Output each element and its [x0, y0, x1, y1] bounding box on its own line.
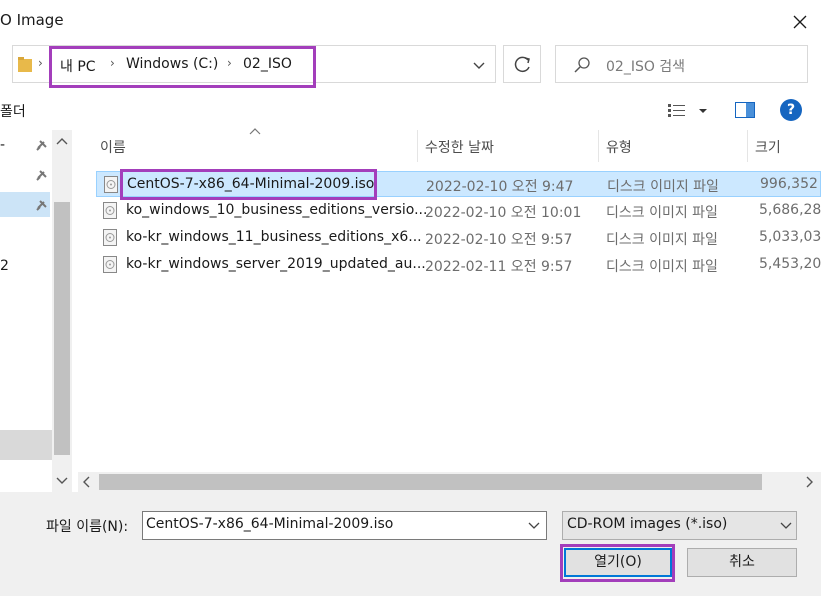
sort-ascending-icon — [249, 128, 261, 135]
close-button[interactable] — [786, 8, 814, 36]
file-size: 996,352 — [760, 176, 818, 192]
disc-image-file-icon — [103, 256, 117, 273]
address-history-dropdown[interactable] — [466, 54, 492, 76]
column-divider[interactable] — [747, 130, 748, 162]
help-icon[interactable]: ? — [780, 99, 802, 121]
file-size: 5,686,286 — [759, 202, 821, 218]
scroll-left-icon[interactable] — [82, 476, 92, 488]
disc-image-file-icon — [103, 229, 117, 246]
chevron-down-icon[interactable] — [779, 518, 793, 532]
search-placeholder: 02_ISO 검색 — [606, 59, 686, 75]
nav-item-hover[interactable] — [0, 430, 52, 460]
list-view-icon — [668, 104, 707, 117]
file-date: 2022-02-11 오전 9:57 — [425, 259, 573, 275]
refresh-icon — [514, 56, 530, 73]
chevron-right-icon: › — [227, 56, 232, 70]
breadcrumb-item-drive[interactable]: Windows (C:) — [126, 56, 218, 72]
nav-item-label[interactable]: 2 — [0, 258, 9, 274]
column-header-type[interactable]: 유형 — [606, 137, 632, 157]
pin-icon — [36, 200, 47, 211]
cancel-button[interactable]: 취소 — [687, 548, 797, 577]
chevron-right-icon: › — [38, 56, 43, 70]
file-date: 2022-02-10 오전 9:57 — [425, 232, 573, 248]
file-row[interactable]: ko-kr_windows_11_business_editions_x6...… — [96, 225, 821, 251]
chevron-down-icon — [473, 62, 485, 69]
preview-pane-icon — [735, 102, 755, 118]
pin-icon — [36, 140, 47, 151]
file-type: 디스크 이미지 파일 — [606, 259, 718, 275]
chevron-right-icon: › — [110, 56, 115, 70]
file-row[interactable]: ko-kr_windows_server_2019_updated_au... … — [96, 252, 821, 278]
column-header-size[interactable]: 크기 — [755, 137, 781, 157]
folder-icon — [18, 57, 32, 72]
scroll-down-icon[interactable] — [55, 476, 69, 486]
filename-label: 파일 이름(N): — [46, 519, 129, 535]
file-name: ko_windows_10_business_editions_versio..… — [126, 202, 428, 218]
pin-icon — [36, 170, 47, 181]
refresh-button[interactable] — [503, 45, 541, 83]
file-size: 5,033,032 — [759, 229, 821, 245]
selected-file-highlight — [120, 169, 377, 200]
new-folder-button[interactable]: 폴더 — [0, 101, 26, 121]
file-date: 2022-02-10 오전 9:47 — [426, 179, 574, 195]
nav-scrollbar-thumb[interactable] — [54, 202, 70, 455]
file-row[interactable]: ko_windows_10_business_editions_versio..… — [96, 198, 821, 224]
disc-image-file-icon — [103, 202, 117, 219]
view-options-button[interactable] — [668, 102, 708, 120]
window-title: O Image — [0, 11, 64, 29]
scroll-up-icon[interactable] — [55, 136, 69, 146]
file-name: ko-kr_windows_11_business_editions_x6... — [126, 229, 422, 245]
column-divider[interactable] — [417, 130, 418, 162]
column-divider[interactable] — [598, 130, 599, 162]
chevron-down-icon[interactable] — [527, 518, 541, 532]
column-header-name[interactable]: 이름 — [100, 137, 126, 157]
filename-value: CentOS-7-x86_64-Minimal-2009.iso — [146, 516, 394, 532]
open-button-highlight — [560, 544, 675, 582]
horizontal-scrollbar-thumb[interactable] — [99, 474, 762, 490]
search-icon — [574, 57, 590, 73]
column-header-date[interactable]: 수정한 날짜 — [425, 137, 494, 157]
file-size: 5,453,206 — [759, 256, 821, 272]
file-type: 디스크 이미지 파일 — [607, 179, 719, 195]
nav-item-label[interactable]: - — [0, 137, 5, 153]
file-type-filter-value: CD-ROM images (*.iso) — [567, 516, 728, 532]
preview-pane-button[interactable] — [735, 102, 755, 118]
file-type: 디스크 이미지 파일 — [606, 205, 718, 221]
close-icon — [793, 15, 807, 29]
breadcrumb-item-pc[interactable]: 내 PC — [60, 56, 96, 76]
file-name: ko-kr_windows_server_2019_updated_au... — [126, 256, 426, 272]
scroll-right-icon[interactable] — [804, 476, 814, 488]
dialog-footer — [0, 492, 821, 596]
disc-image-file-icon — [104, 176, 118, 193]
file-type: 디스크 이미지 파일 — [606, 232, 718, 248]
breadcrumb-item-folder[interactable]: 02_ISO — [243, 56, 292, 72]
file-date: 2022-02-10 오전 10:01 — [425, 205, 582, 221]
